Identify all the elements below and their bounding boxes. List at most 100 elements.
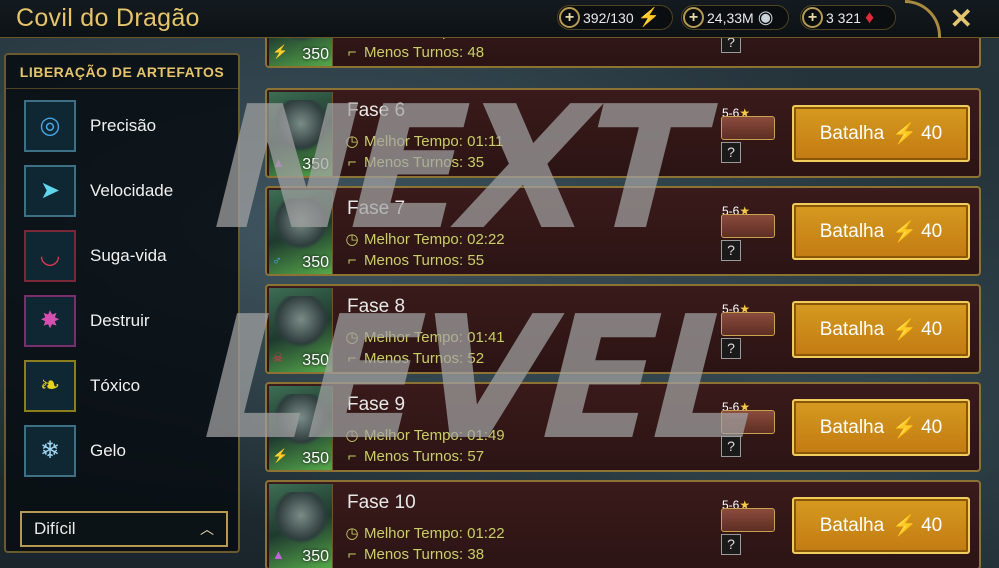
filter-item-1[interactable]: ➤ Velocidade	[24, 158, 173, 223]
unknown-reward-icon[interactable]: ?	[721, 338, 741, 359]
energy-icon: ⚡	[892, 221, 918, 243]
add-silver-icon[interactable]: +	[683, 7, 704, 28]
lifesteal-icon: ◡	[24, 229, 76, 282]
destroy-icon: ✸	[24, 294, 76, 347]
stage-thumbnail: ☠ 350	[269, 288, 333, 372]
artifact-filter-panel: LIBERAÇÃO DE ARTEFATOS ◎ Precisão ➤ Velocid…	[4, 53, 240, 553]
affinity-icon: ♂	[272, 253, 282, 268]
page-title: Covil do Dragão	[16, 4, 200, 32]
filter-item-3[interactable]: ✸ Destruir	[24, 288, 173, 353]
chest-icon[interactable]	[721, 508, 775, 532]
filter-item-4[interactable]: ❧ Tóxico	[24, 353, 173, 418]
clock-icon: ◷	[345, 133, 359, 150]
fewest-turns: ⌐ Menos Turnos: 48	[345, 44, 484, 61]
stage-energy: 350	[302, 254, 329, 271]
energy-icon: ⚡	[892, 319, 918, 341]
dragon-image	[273, 296, 329, 348]
energy-value: 392/130	[583, 9, 634, 26]
turns-icon: ⌐	[347, 448, 357, 465]
unknown-reward-icon[interactable]: ?	[721, 240, 741, 261]
chest-icon[interactable]	[721, 312, 775, 336]
best-time: ◷ Melhor Tempo: 01:41	[345, 329, 505, 346]
energy-icon: ⚡	[637, 7, 661, 27]
filter-item-5[interactable]: ❄ Gelo	[24, 418, 173, 483]
frame-ornament	[905, 0, 941, 38]
battle-button[interactable]: Batalha ⚡ 40	[792, 497, 970, 554]
dragon-image	[273, 100, 329, 152]
stage-name: Fase 10	[347, 492, 416, 513]
stage-row[interactable]: ⚡ 350 Fase 9 ◷ Melhor Tempo: 01:49 ⌐ Menos…	[265, 382, 981, 472]
stage-energy: 350	[302, 450, 329, 467]
fewest-turns: ⌐ Menos Turnos: 52	[345, 350, 484, 367]
chest-icon[interactable]	[721, 214, 775, 238]
silver-counter[interactable]: + 24,33M ◉	[681, 5, 789, 30]
filter-label: Destruir	[90, 310, 150, 330]
fewest-turns: ⌐ Menos Turnos: 35	[345, 154, 484, 171]
stage-row[interactable]: ▲ 350 Fase 10 ◷ Melhor Tempo: 01:22 ⌐ Meno…	[265, 480, 981, 568]
unknown-reward-icon[interactable]: ?	[721, 142, 741, 163]
toxic-icon: ❧	[24, 359, 76, 412]
frost-icon: ❄	[24, 424, 76, 477]
filter-item-2[interactable]: ◡ Suga-vida	[24, 223, 173, 288]
battle-button[interactable]: Batalha ⚡ 40	[792, 301, 970, 358]
affinity-icon: ▲	[272, 155, 285, 170]
fewest-turns: ⌐ Menos Turnos: 38	[345, 546, 484, 563]
clock-icon: ◷	[345, 427, 359, 444]
filter-list: ◎ Precisão ➤ Velocidade ◡ Suga-vida ✸ Destruir ❧…	[24, 93, 173, 483]
stage-row[interactable]: ☠ 350 Fase 8 ◷ Melhor Tempo: 01:41 ⌐ Menos…	[265, 284, 981, 374]
difficulty-dropdown[interactable]: Difícil ︿	[20, 511, 228, 547]
ruby-counter[interactable]: + 3 321 ♦	[800, 5, 896, 30]
turns-icon: ⌐	[347, 252, 357, 269]
stage-list[interactable]: ⚡ 350 ◷Melhor Tempo: 01:43 ⌐Menos Turnos…	[265, 0, 981, 568]
energy-counter[interactable]: + 392/130 ⚡	[557, 5, 673, 30]
difficulty-value: Difícil	[34, 519, 76, 538]
speed-icon: ➤	[24, 164, 76, 217]
unknown-reward-icon[interactable]: ?	[721, 534, 741, 555]
affinity-icon: ⚡	[272, 448, 289, 463]
close-icon[interactable]: ✕	[950, 2, 973, 35]
battle-button[interactable]: Batalha ⚡ 40	[792, 399, 970, 456]
turns-icon: ⌐	[347, 154, 357, 171]
filter-label: Tóxico	[90, 375, 141, 395]
add-ruby-icon[interactable]: +	[802, 7, 823, 28]
stage-name: Fase 7	[347, 198, 406, 219]
ruby-value: 3 321	[826, 9, 862, 26]
stage-name: Fase 9	[347, 394, 406, 415]
stage-name: Fase 6	[347, 100, 406, 121]
chevron-up-icon: ︿	[200, 521, 214, 537]
stage-energy: 350	[302, 46, 329, 63]
battle-button[interactable]: Batalha ⚡ 40	[792, 203, 970, 260]
chest-icon[interactable]	[721, 116, 775, 140]
best-time: ◷ Melhor Tempo: 01:49	[345, 427, 505, 444]
chest-icon[interactable]	[721, 410, 775, 434]
affinity-icon: ⚡	[272, 44, 289, 59]
stage-thumbnail: ⚡ 350	[269, 386, 333, 470]
energy-icon: ⚡	[892, 515, 918, 537]
filter-label: Velocidade	[90, 180, 174, 200]
best-time: ◷ Melhor Tempo: 01:22	[345, 525, 505, 542]
filter-label: Gelo	[90, 440, 126, 460]
energy-icon: ⚡	[892, 417, 918, 439]
stage-row[interactable]: ♂ 350 Fase 7 ◷ Melhor Tempo: 02:22 ⌐ Menos…	[265, 186, 981, 276]
best-time: ◷ Melhor Tempo: 01:11	[345, 133, 504, 150]
fewest-turns: ⌐ Menos Turnos: 57	[345, 448, 484, 465]
affinity-icon: ☠	[272, 350, 284, 365]
turns-icon: ⌐	[347, 546, 357, 563]
stage-name: Fase 8	[347, 296, 406, 317]
silver-value: 24,33M	[707, 9, 754, 26]
target-icon: ◎	[24, 99, 76, 152]
silver-icon: ◉	[757, 7, 774, 27]
top-bar: Covil do Dragão + 392/130 ⚡ + 24,33M ◉ +…	[0, 0, 999, 38]
filter-label: Suga-vida	[90, 245, 167, 265]
unknown-reward-icon[interactable]: ?	[721, 436, 741, 457]
stage-row[interactable]: ▲ 350 Fase 6 ◷ Melhor Tempo: 01:11 ⌐ Menos…	[265, 88, 981, 178]
stage-energy: 350	[302, 352, 329, 369]
dragon-image	[273, 492, 329, 544]
add-energy-icon[interactable]: +	[559, 7, 580, 28]
panel-heading: LIBERAÇÃO DE ARTEFATOS	[6, 55, 238, 89]
filter-label: Precisão	[90, 115, 157, 135]
stage-thumbnail: ▲ 350	[269, 484, 333, 568]
filter-item-0[interactable]: ◎ Precisão	[24, 93, 173, 158]
battle-button[interactable]: Batalha ⚡ 40	[792, 105, 970, 162]
stage-energy: 350	[302, 548, 329, 565]
